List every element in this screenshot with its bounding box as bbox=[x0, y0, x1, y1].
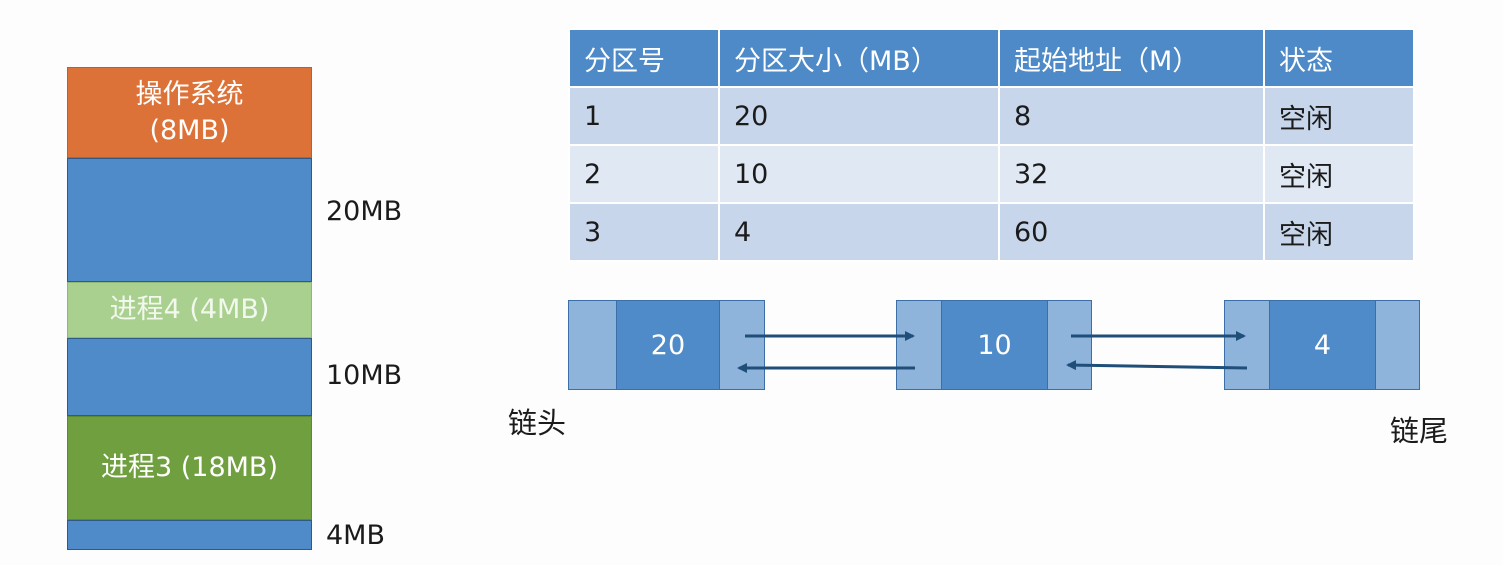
arrow-node3-to-node2 bbox=[1066, 360, 1248, 371]
list-tail-label: 链尾 bbox=[1390, 414, 1449, 448]
list-arrows bbox=[737, 331, 1248, 373]
list-head-label: 链头 bbox=[508, 406, 567, 440]
